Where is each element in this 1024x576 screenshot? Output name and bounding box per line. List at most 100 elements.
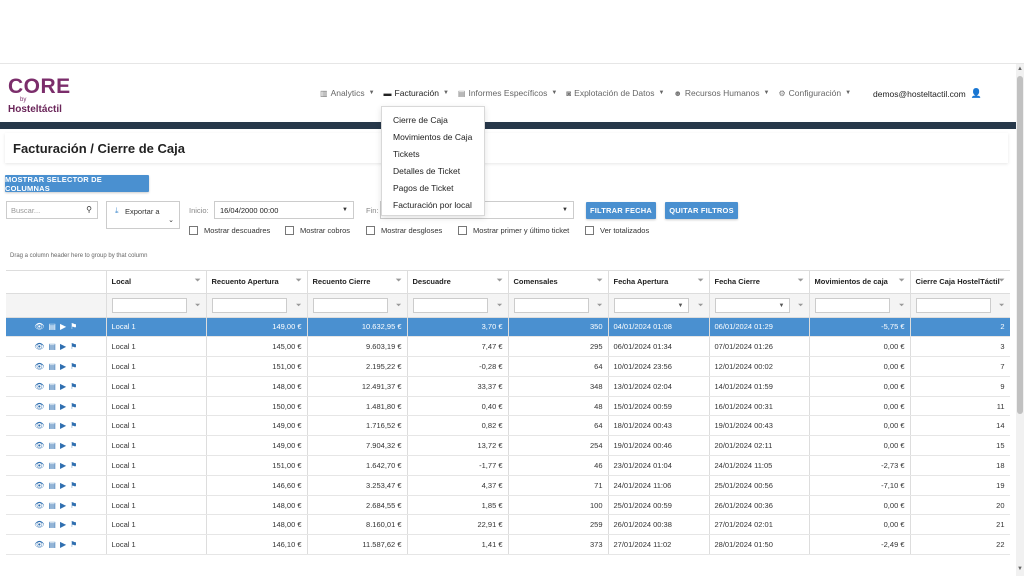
filter-date-button[interactable]: FILTRAR FECHA bbox=[586, 202, 656, 219]
search-input[interactable]: Buscar... ⚲ bbox=[6, 201, 98, 219]
eye-icon[interactable]: 👁 bbox=[34, 322, 44, 331]
filter-icon[interactable]: ⏷ bbox=[999, 302, 1005, 310]
nav-explotacion[interactable]: ◙ Explotación de Datos ▼ bbox=[566, 88, 664, 98]
column-filter-input[interactable] bbox=[111, 297, 187, 313]
column-filter-input[interactable] bbox=[412, 297, 488, 313]
column-filter-input[interactable] bbox=[513, 297, 589, 313]
document-icon[interactable]: ▤ bbox=[48, 520, 56, 529]
eye-icon[interactable]: 👁 bbox=[34, 402, 44, 411]
cash-icon[interactable]: ⚑ bbox=[70, 520, 77, 529]
document-icon[interactable]: ▤ bbox=[48, 481, 56, 490]
filter-icon[interactable]: ⏷ bbox=[798, 302, 804, 310]
column-header[interactable]: Fecha Cierre ⏷ bbox=[709, 271, 810, 294]
chevron-down-icon[interactable]: ▼ bbox=[779, 303, 785, 309]
filter-icon[interactable]: ⏷ bbox=[597, 277, 603, 285]
checkbox-mostrar-cobros[interactable]: Mostrar cobros bbox=[285, 226, 350, 235]
video-icon[interactable]: ▶ bbox=[60, 421, 66, 430]
cash-icon[interactable]: ⚑ bbox=[70, 342, 77, 351]
checkbox-mostrar-desgloses[interactable]: Mostrar desgloses bbox=[366, 226, 442, 235]
document-icon[interactable]: ▤ bbox=[48, 402, 56, 411]
column-header[interactable]: Movimientos de caja ⏷ bbox=[809, 271, 911, 294]
column-selector-button[interactable]: MOSTRAR SELECTOR DE COLUMNAS bbox=[5, 175, 149, 193]
checkbox-box[interactable] bbox=[458, 226, 467, 235]
export-dropdown[interactable]: ⤓ Exportar a ⌄ bbox=[106, 201, 180, 229]
nav-informes[interactable]: ▤ Informes Específicos ▼ bbox=[458, 88, 557, 98]
eye-icon[interactable]: 👁 bbox=[34, 362, 44, 371]
eye-icon[interactable]: 👁 bbox=[34, 501, 44, 510]
column-header[interactable]: Local ⏷ bbox=[106, 271, 207, 294]
eye-icon[interactable]: 👁 bbox=[34, 441, 44, 450]
menu-item-movimientos-caja[interactable]: Movimientos de Caja bbox=[382, 130, 484, 147]
cash-icon[interactable]: ⚑ bbox=[70, 421, 77, 430]
table-row[interactable]: 👁 ▤ ▶ ⚑ Local 1 149,00 €10.632,95 €3,70 €350 0… bbox=[6, 317, 1010, 338]
checkbox-box[interactable] bbox=[189, 226, 198, 235]
menu-item-pagos-ticket[interactable]: Pagos de Ticket bbox=[382, 181, 484, 198]
table-row[interactable]: 👁 ▤ ▶ ⚑ Local 1 146,10 €11.587,62 €1,41 €373 2… bbox=[6, 534, 1010, 555]
menu-item-detalles-ticket[interactable]: Detalles de Ticket bbox=[382, 164, 484, 181]
table-row[interactable]: 👁 ▤ ▶ ⚑ Local 1 150,00 €1.481,80 €0,40 €48 15/… bbox=[6, 396, 1010, 417]
column-header[interactable]: Descuadre ⏷ bbox=[407, 271, 509, 294]
table-row[interactable]: 👁 ▤ ▶ ⚑ Local 1 151,00 €1.642,70 € -1,77 €46 23… bbox=[6, 455, 1010, 476]
cash-icon[interactable]: ⚑ bbox=[70, 322, 77, 331]
video-icon[interactable]: ▶ bbox=[60, 382, 66, 391]
document-icon[interactable]: ▤ bbox=[48, 382, 56, 391]
menu-item-cierre-caja[interactable]: Cierre de Caja bbox=[382, 113, 484, 130]
filter-icon[interactable]: ⏷ bbox=[899, 302, 905, 310]
eye-icon[interactable]: 👁 bbox=[34, 520, 44, 529]
filter-icon[interactable]: ⏷ bbox=[296, 277, 302, 285]
filter-icon[interactable]: ⏷ bbox=[999, 277, 1005, 285]
cash-icon[interactable]: ⚑ bbox=[70, 362, 77, 371]
video-icon[interactable]: ▶ bbox=[60, 402, 66, 411]
eye-icon[interactable]: 👁 bbox=[34, 481, 44, 490]
cash-icon[interactable]: ⚑ bbox=[70, 382, 77, 391]
checkbox-mostrar-primer-ultimo[interactable]: Mostrar primer y último ticket bbox=[458, 226, 569, 235]
table-row[interactable]: 👁 ▤ ▶ ⚑ Local 1 146,60 €3.253,47 €4,37 €71 24/… bbox=[6, 475, 1010, 496]
eye-icon[interactable]: 👁 bbox=[34, 461, 44, 470]
checkbox-box[interactable] bbox=[585, 226, 594, 235]
column-header[interactable]: Recuento Cierre ⏷ bbox=[307, 271, 408, 294]
eye-icon[interactable]: 👁 bbox=[34, 382, 44, 391]
nav-analytics[interactable]: ▥ Analytics ▼ bbox=[320, 88, 375, 98]
column-filter-input[interactable]: ▼ bbox=[714, 297, 790, 313]
table-row[interactable]: 👁 ▤ ▶ ⚑ Local 1 148,00 €2.684,55 €1,85 €100 25… bbox=[6, 495, 1010, 516]
cash-icon[interactable]: ⚑ bbox=[70, 540, 77, 549]
cash-icon[interactable]: ⚑ bbox=[70, 461, 77, 470]
checkbox-box[interactable] bbox=[285, 226, 294, 235]
filter-icon[interactable]: ⏷ bbox=[698, 277, 704, 285]
cash-icon[interactable]: ⚑ bbox=[70, 441, 77, 450]
filter-icon[interactable]: ⏷ bbox=[195, 302, 201, 310]
video-icon[interactable]: ▶ bbox=[60, 322, 66, 331]
cash-icon[interactable]: ⚑ bbox=[70, 501, 77, 510]
eye-icon[interactable]: 👁 bbox=[34, 540, 44, 549]
page-scrollbar[interactable]: ▲ ▼ bbox=[1016, 64, 1024, 576]
scroll-down-icon[interactable]: ▼ bbox=[1017, 566, 1023, 572]
video-icon[interactable]: ▶ bbox=[60, 342, 66, 351]
scrollbar-thumb[interactable] bbox=[1017, 76, 1023, 414]
column-header[interactable]: Recuento Apertura ⏷ bbox=[206, 271, 308, 294]
document-icon[interactable]: ▤ bbox=[48, 441, 56, 450]
nav-facturacion[interactable]: ▬ Facturación ▼ bbox=[384, 88, 449, 98]
filter-icon[interactable]: ⏷ bbox=[597, 302, 603, 310]
scroll-up-icon[interactable]: ▲ bbox=[1017, 66, 1023, 72]
table-row[interactable]: 👁 ▤ ▶ ⚑ Local 1 148,00 €8.160,01 €22,91 €259 2… bbox=[6, 514, 1010, 536]
cash-icon[interactable]: ⚑ bbox=[70, 402, 77, 411]
column-filter-input[interactable] bbox=[211, 297, 287, 313]
menu-item-facturacion-local[interactable]: Facturación por local bbox=[382, 198, 484, 215]
checkbox-ver-totalizados[interactable]: Ver totalizados bbox=[585, 226, 649, 235]
filter-icon[interactable]: ⏷ bbox=[698, 302, 704, 310]
video-icon[interactable]: ▶ bbox=[60, 461, 66, 470]
column-header[interactable]: Comensales ⏷ bbox=[508, 271, 609, 294]
cash-icon[interactable]: ⚑ bbox=[70, 481, 77, 490]
filter-icon[interactable]: ⏷ bbox=[497, 277, 503, 285]
nav-configuracion[interactable]: ⚙ Configuración ▼ bbox=[778, 88, 851, 98]
filter-icon[interactable]: ⏷ bbox=[497, 302, 503, 310]
document-icon[interactable]: ▤ bbox=[48, 362, 56, 371]
column-header[interactable]: Fecha Apertura ⏷ bbox=[608, 271, 710, 294]
filter-icon[interactable]: ⏷ bbox=[396, 302, 402, 310]
eye-icon[interactable]: 👁 bbox=[34, 421, 44, 430]
video-icon[interactable]: ▶ bbox=[60, 481, 66, 490]
clear-filters-button[interactable]: QUITAR FILTROS bbox=[665, 202, 738, 219]
menu-item-tickets[interactable]: Tickets bbox=[382, 147, 484, 164]
column-header[interactable]: Cierre Caja HostelTáctil ⏷ bbox=[910, 271, 1010, 294]
document-icon[interactable]: ▤ bbox=[48, 501, 56, 510]
